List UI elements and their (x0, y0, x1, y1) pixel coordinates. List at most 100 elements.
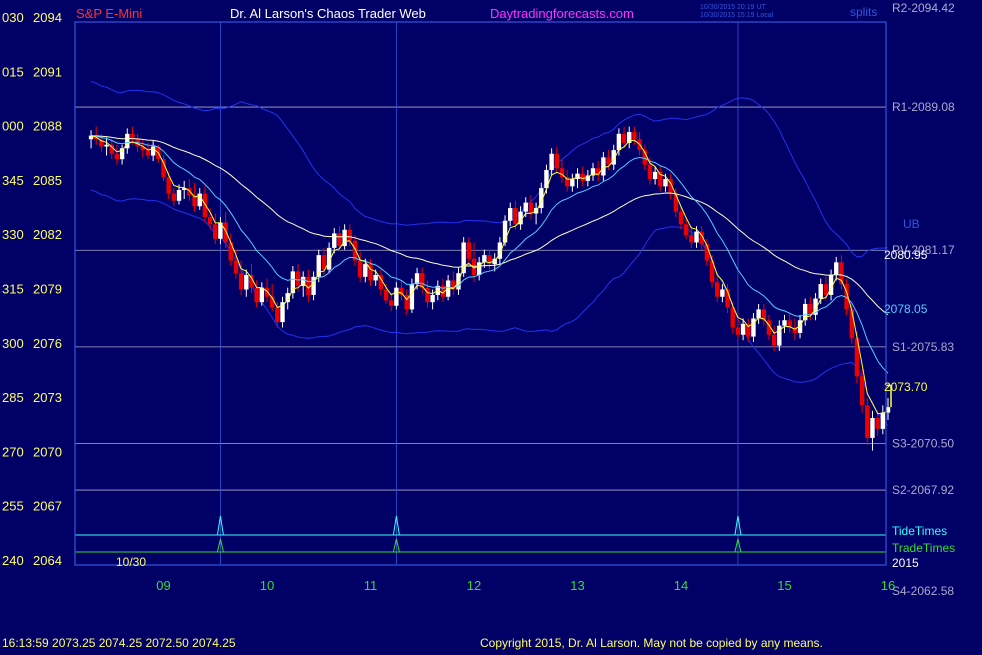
candle-body (114, 153, 120, 160)
candle-body (740, 323, 746, 335)
axis-tick-label: 270 (2, 444, 24, 459)
candle-body (782, 320, 787, 326)
axis-price-label: 2067 (33, 499, 62, 514)
candle-body (430, 294, 435, 303)
axis-price-label: 2079 (33, 282, 62, 297)
candle-body (756, 309, 761, 319)
axis-tick-label: 330 (2, 227, 24, 242)
candle-body (233, 260, 239, 274)
candle-body (580, 173, 585, 181)
candle-body (834, 262, 839, 276)
symbol-title: S&P E-Mini (76, 6, 142, 21)
candle-body (332, 233, 337, 248)
axis-price-label: 2088 (33, 119, 62, 134)
time-tick-label: 09 (156, 578, 170, 593)
time-tick-label: 14 (674, 578, 688, 593)
chart-container: S&P E-Mini Dr. Al Larson's Chaos Trader … (0, 0, 982, 650)
candle-body (663, 179, 668, 187)
axis-price-label: 2073 (33, 390, 62, 405)
candle-body (357, 260, 363, 277)
year-label: 2015 (892, 556, 919, 570)
time-tick-label: 16 (881, 578, 895, 593)
axis-tick-label: 315 (2, 282, 24, 297)
band-value-2080: 2080.95 (884, 248, 928, 262)
candle-body (508, 208, 513, 221)
date-label: 10/30 (116, 555, 146, 569)
axis-price-label: 2094 (33, 10, 62, 25)
candle-body (394, 287, 399, 306)
candle-body (104, 144, 109, 147)
candle-body (683, 224, 689, 236)
axis-tick-label: 285 (2, 390, 24, 405)
site-link[interactable]: Daytradingforecasts.com (490, 6, 634, 21)
candle-body (513, 208, 518, 225)
candle-body (735, 327, 741, 335)
candle-body (425, 287, 430, 303)
candle-body (549, 153, 554, 171)
candle-body (808, 303, 813, 315)
axis-tick-label: 255 (2, 499, 24, 514)
axis-price-label: 2085 (33, 173, 62, 188)
candle-body (389, 300, 394, 306)
pivot-label: S2-2067.92 (892, 483, 954, 497)
candle-body (166, 177, 171, 194)
candle-body (621, 133, 627, 143)
time-tick-label: 10 (260, 578, 274, 593)
chart-svg: S&P E-Mini Dr. Al Larson's Chaos Trader … (0, 0, 982, 650)
candle-body (202, 193, 208, 218)
candle-body (264, 287, 270, 297)
candle-body (823, 284, 829, 295)
pivot-label: R1-2089.08 (892, 100, 955, 114)
candle-body (238, 273, 244, 290)
candle-body (632, 132, 637, 140)
pivot-label: S3-2070.50 (892, 436, 954, 450)
candle-body (880, 412, 886, 429)
ub-label: UB (903, 217, 920, 231)
axis-price-label: 2076 (33, 336, 62, 351)
time-tick-label: 13 (570, 578, 584, 593)
candle-body (213, 224, 218, 239)
candle-body (337, 233, 342, 247)
candle-body (818, 284, 823, 299)
candle-body (207, 217, 213, 225)
candle-body (373, 275, 378, 281)
candle-body (145, 150, 151, 156)
candle-body (150, 146, 156, 156)
time-tick-label: 15 (777, 578, 791, 593)
pivot-label: R2-2094.42 (892, 1, 955, 15)
candle-body (647, 164, 653, 180)
candle-body (466, 242, 472, 259)
candle-body (865, 405, 870, 438)
band-value-2078: 2078.05 (884, 302, 928, 316)
candle-body (244, 275, 249, 290)
site-title: Dr. Al Larson's Chaos Trader Web (230, 6, 426, 21)
axis-tick-label: 030 (2, 10, 24, 25)
candle-body (689, 235, 694, 243)
candle-body (575, 173, 580, 180)
footer-quote: 16:13:59 2073.25 2074.25 2072.50 2074.25 (2, 636, 236, 650)
candle-body (383, 289, 389, 301)
candle-body (859, 376, 865, 406)
candle-body (875, 418, 880, 429)
axis-price-label: 2070 (33, 444, 62, 459)
candle-body (570, 179, 575, 187)
axis-tick-label: 240 (2, 553, 24, 568)
footer-copyright: Copyright 2015, Dr. Al Larson. May not b… (480, 636, 823, 650)
axis-tick-label: 000 (2, 119, 24, 134)
candle-body (652, 171, 658, 180)
candle-body (870, 418, 875, 438)
candle-body (554, 153, 559, 169)
candle-body (176, 189, 182, 201)
candle-body (171, 193, 177, 201)
candle-body (678, 211, 684, 225)
candle-body (306, 276, 311, 295)
axis-tick-label: 345 (2, 173, 24, 188)
candle-body (771, 334, 777, 346)
candle-body (254, 287, 259, 303)
candle-body (601, 157, 606, 176)
trade-times-label: TradeTimes (892, 541, 955, 555)
candle-body (849, 309, 854, 339)
candle-body (673, 193, 679, 212)
pivot-label: S4-2062.58 (892, 584, 954, 598)
candle-body (363, 264, 368, 277)
